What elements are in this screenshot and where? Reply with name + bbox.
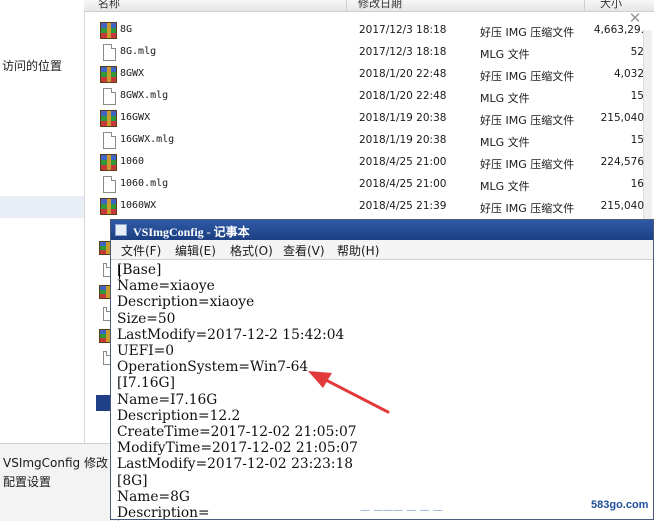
column-header-date[interactable]: 修改日期 [358, 0, 402, 11]
file-date: 2018/1/19 20:38 [359, 112, 447, 124]
file-date: 2018/4/25 21:00 [359, 156, 447, 168]
file-size: 215,040 [600, 112, 644, 124]
details-file-type: 配置设置 [3, 475, 52, 489]
file-row[interactable]: 1060 2018/4/25 21:00 好压 IMG 压缩文件 224,576 [98, 152, 644, 174]
notepad-icon [115, 224, 127, 236]
file-type: 好压 IMG 压缩文件 [480, 70, 575, 83]
file-type: 好压 IMG 压缩文件 [480, 26, 575, 39]
file-size: 224,576 [600, 156, 644, 168]
file-size: 52 [630, 46, 644, 58]
file-name: 8GWX [120, 68, 145, 79]
text-file-icon [103, 44, 116, 61]
file-name: 8G.mlg [120, 46, 157, 57]
file-date: 2018/1/19 20:38 [359, 134, 447, 146]
file-size: 4,032 [613, 68, 644, 80]
details-file-name: VSImgConfig 修改日 [3, 456, 120, 470]
column-header-size[interactable]: 大小 [600, 0, 622, 11]
file-date: 2018/1/20 22:48 [359, 90, 447, 102]
file-type: 好压 IMG 压缩文件 [480, 114, 575, 127]
file-row[interactable]: 1060.mlg 2018/4/25 21:00 MLG 文件 16 [98, 174, 644, 196]
file-name: 1060 [120, 156, 145, 167]
menu-format[interactable]: 格式(O) [230, 242, 273, 259]
file-size: 15 [630, 134, 644, 146]
notepad-menu-bar: 文件(F) 编辑(E) 格式(O) 查看(V) 帮助(H) [111, 240, 653, 260]
file-size: 15 [630, 90, 644, 102]
text-file-icon [103, 176, 116, 193]
file-size: 4,663,29. [593, 24, 644, 36]
file-date: 2018/1/20 22:48 [359, 68, 447, 80]
file-name: 1060WX [120, 200, 157, 211]
file-row[interactable]: 8GWX.mlg 2018/1/20 22:48 MLG 文件 15 [98, 86, 644, 108]
notepad-title-bar[interactable]: VSImgConfig - 记事本 [111, 220, 653, 240]
text-caret [119, 265, 120, 279]
file-name: 1060.mlg [120, 178, 169, 189]
rar-archive-icon [100, 154, 117, 171]
text-file-icon [103, 132, 116, 149]
file-row[interactable]: 8G 2017/12/3 18:18 好压 IMG 压缩文件 4,663,29. [98, 20, 644, 42]
menu-file[interactable]: 文件(F) [121, 242, 161, 259]
column-header-name[interactable]: 名称 [98, 0, 120, 11]
rar-archive-icon [100, 66, 117, 83]
file-row[interactable]: 16GWX.mlg 2018/1/19 20:38 MLG 文件 15 [98, 130, 644, 152]
file-type: MLG 文件 [480, 136, 530, 149]
file-type: 好压 IMG 压缩文件 [480, 158, 575, 171]
file-row[interactable]: 8G.mlg 2017/12/3 18:18 MLG 文件 52 [98, 42, 644, 64]
file-type: MLG 文件 [480, 92, 530, 105]
nav-recent-places-label[interactable]: 访问的位置 [2, 57, 62, 74]
watermark-logo: 583go.com [591, 499, 649, 511]
menu-view[interactable]: 查看(V) [283, 242, 325, 259]
column-separator [584, 0, 585, 11]
menu-edit[interactable]: 编辑(E) [175, 242, 216, 259]
file-name: 16GWX [120, 112, 151, 123]
annotation-arrow [308, 371, 390, 414]
file-name: 8GWX.mlg [120, 90, 169, 101]
rar-archive-icon [100, 110, 117, 127]
file-name: 8G [120, 24, 133, 35]
file-name: 16GWX.mlg [120, 134, 175, 145]
file-row[interactable]: 16GWX 2018/1/19 20:38 好压 IMG 压缩文件 215,04… [98, 108, 644, 130]
settings-file-icon [96, 395, 110, 411]
column-header-row: 名称 修改日期 大小 [84, 0, 654, 12]
nav-selected-item[interactable] [0, 196, 84, 218]
file-type: MLG 文件 [480, 48, 530, 61]
file-size: 16 [630, 178, 644, 190]
file-date: 2018/4/25 21:39 [359, 200, 447, 212]
rar-archive-icon [100, 198, 117, 215]
column-separator [346, 0, 347, 11]
notepad-title: VSImgConfig - 记事本 [133, 225, 250, 239]
file-date: 2017/12/3 18:18 [359, 24, 447, 36]
file-row[interactable]: 1060WX 2018/4/25 21:39 好压 IMG 压缩文件 215,0… [98, 196, 644, 218]
file-row[interactable]: 8GWX 2018/1/20 22:48 好压 IMG 压缩文件 4,032 [98, 64, 644, 86]
file-type: 好压 IMG 压缩文件 [480, 202, 575, 215]
file-type: MLG 文件 [480, 180, 530, 193]
rar-archive-icon [100, 22, 117, 39]
text-file-icon [103, 88, 116, 105]
status-fragment: — ——— — — — [360, 505, 443, 516]
details-pane: VSImgConfig 修改日 配置设置 [0, 443, 120, 521]
file-date: 2018/4/25 21:00 [359, 178, 447, 190]
file-date: 2017/12/3 18:18 [359, 46, 447, 58]
navigation-pane: 访问的位置 [0, 0, 85, 520]
file-size: 215,040 [600, 200, 644, 212]
menu-help[interactable]: 帮助(H) [337, 242, 379, 259]
